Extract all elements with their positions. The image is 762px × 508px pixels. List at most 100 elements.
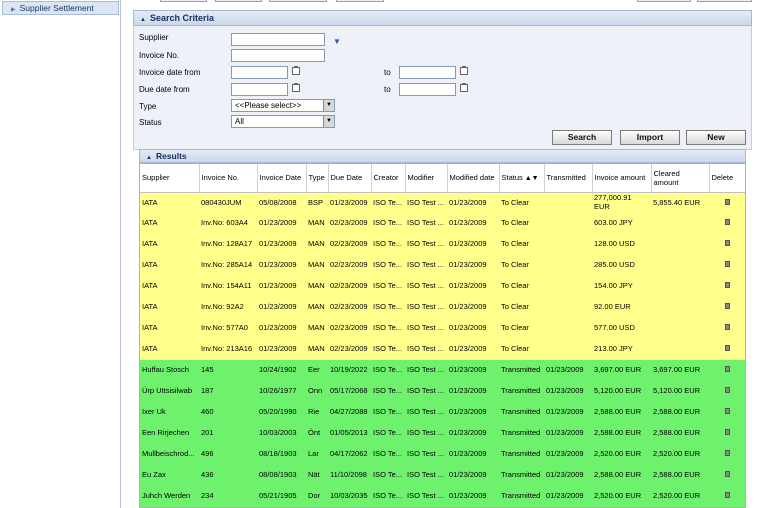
table-cell: Eu Zax bbox=[140, 465, 199, 486]
table-row[interactable]: IATA Inv.No: 128A17 01/23/2009 MAN 02/23/200… bbox=[140, 234, 745, 255]
column-header[interactable]: Delete bbox=[709, 164, 745, 193]
table-cell: MAN bbox=[306, 276, 328, 297]
calendar-icon[interactable] bbox=[460, 66, 468, 75]
table-row[interactable]: IATA Inv.No: 577A0 01/23/2009 MAN 02/23/2009… bbox=[140, 318, 745, 339]
delete-cell bbox=[709, 381, 745, 402]
trash-icon[interactable] bbox=[725, 219, 730, 226]
trash-icon[interactable] bbox=[725, 303, 730, 310]
table-row[interactable]: IATA Inv.No: 603A4 01/23/2009 MAN 02/23/2009… bbox=[140, 213, 745, 234]
results-header[interactable]: ▲ Results bbox=[139, 149, 746, 163]
import-button[interactable]: Import bbox=[620, 130, 680, 145]
sort-icon[interactable]: ▲▼ bbox=[523, 175, 539, 182]
trash-icon[interactable] bbox=[725, 198, 730, 205]
table-row[interactable]: Huffau Stosch 145 10/24/1902 Eer 10/19/2022 I… bbox=[140, 360, 745, 381]
table-cell: 01/23/2009 bbox=[447, 255, 499, 276]
table-cell: 213.00 JPY bbox=[592, 339, 651, 360]
table-cell: 01/23/2009 bbox=[544, 444, 592, 465]
trash-icon[interactable] bbox=[725, 450, 730, 457]
trash-icon[interactable] bbox=[725, 345, 730, 352]
column-header[interactable]: Invoice No. bbox=[199, 164, 258, 193]
column-header[interactable]: Type bbox=[306, 164, 329, 193]
trash-icon[interactable] bbox=[725, 471, 730, 478]
table-row[interactable]: IATA Inv.No: 92A2 01/23/2009 MAN 02/23/2009 I… bbox=[140, 297, 745, 318]
invoice-no-input[interactable] bbox=[231, 49, 325, 62]
trash-icon[interactable] bbox=[725, 429, 730, 436]
column-header[interactable]: Creator bbox=[371, 164, 406, 193]
column-header-label: Invoice No. bbox=[201, 173, 240, 183]
table-row[interactable]: Een Rirjechen 201 10/03/2003 Önt 01/05/2013 I… bbox=[140, 423, 745, 444]
table-row[interactable]: IATA Inv.No: 285A14 01/23/2009 MAN 02/23/200… bbox=[140, 255, 745, 276]
supplier-input[interactable] bbox=[231, 33, 325, 46]
top-button-2[interactable] bbox=[697, 0, 752, 2]
top-tab-2[interactable] bbox=[215, 0, 262, 2]
column-header-label: Invoice amount bbox=[594, 173, 646, 183]
table-cell: To Clear bbox=[499, 339, 544, 360]
top-tab-3[interactable] bbox=[269, 0, 327, 2]
search-button[interactable]: Search bbox=[552, 130, 612, 145]
column-header[interactable]: Invoice Date bbox=[257, 164, 307, 193]
table-cell bbox=[651, 339, 709, 360]
trash-icon[interactable] bbox=[725, 261, 730, 268]
type-select[interactable]: <<Please select>> ▼ bbox=[231, 99, 335, 112]
table-row[interactable]: IATA Inv.No: 213A16 01/23/2009 MAN 02/23/200… bbox=[140, 339, 745, 360]
select-arrow-icon: ▼ bbox=[323, 100, 334, 111]
table-row[interactable]: Ürp Uttsisilwab 187 10/26/1977 Onn 05/17/206… bbox=[140, 381, 745, 402]
top-tab-1[interactable] bbox=[160, 0, 207, 2]
table-cell: ISO Te... bbox=[371, 339, 405, 360]
trash-icon[interactable] bbox=[725, 240, 730, 247]
top-tab-4[interactable] bbox=[336, 0, 384, 2]
column-header[interactable]: Modified date bbox=[447, 164, 500, 193]
table-row[interactable]: IATA 080430JUM 05/08/2008 BSP 01/23/2009 ISO … bbox=[140, 192, 745, 213]
column-header[interactable]: Modifier bbox=[405, 164, 448, 193]
table-cell: Onn bbox=[306, 381, 328, 402]
delete-cell bbox=[709, 360, 745, 381]
invoice-no-label: Invoice No. bbox=[139, 51, 180, 60]
trash-icon[interactable] bbox=[725, 492, 730, 499]
table-cell: ISO Te... bbox=[371, 234, 405, 255]
sidebar-item-supplier-settlement[interactable]: ▶ Supplier Settlement bbox=[2, 1, 119, 15]
trash-icon[interactable] bbox=[725, 387, 730, 394]
table-row[interactable]: Mullbeischrod... 496 08/18/1903 Lar 04/17/20… bbox=[140, 444, 745, 465]
table-cell: 187 bbox=[199, 381, 257, 402]
table-cell: MAN bbox=[306, 255, 328, 276]
column-header[interactable]: Due Date bbox=[328, 164, 372, 193]
column-header[interactable]: Cleared amount bbox=[651, 164, 710, 193]
trash-icon[interactable] bbox=[725, 324, 730, 331]
table-cell: 01/23/2009 bbox=[447, 234, 499, 255]
table-row[interactable]: Ixer Uk 460 05/20/1990 Rie 04/27/2088 ISO Te.… bbox=[140, 402, 745, 423]
table-cell: Transmitted bbox=[499, 465, 544, 486]
calendar-icon[interactable] bbox=[292, 66, 300, 75]
trash-icon[interactable] bbox=[725, 282, 730, 289]
calendar-icon[interactable] bbox=[460, 83, 468, 92]
trash-icon[interactable] bbox=[725, 408, 730, 415]
due-date-from-input[interactable] bbox=[231, 83, 288, 96]
table-row[interactable]: Juhch Werden 234 05/21/1905 Dor 10/03/2035 IS… bbox=[140, 486, 745, 507]
collapse-arrow-icon: ▲ bbox=[146, 155, 152, 161]
due-date-to-input[interactable] bbox=[399, 83, 456, 96]
invoice-date-to-input[interactable] bbox=[399, 66, 456, 79]
column-header[interactable]: Invoice amount bbox=[592, 164, 652, 193]
status-select[interactable]: All ▼ bbox=[231, 115, 335, 128]
table-row[interactable]: Eu Zax 436 08/08/1903 Nät 11/10/2098 ISO Te..… bbox=[140, 465, 745, 486]
delete-cell bbox=[709, 318, 745, 339]
column-header[interactable]: Transmitted bbox=[544, 164, 593, 193]
trash-icon[interactable] bbox=[725, 366, 730, 373]
table-cell: ISO Te... bbox=[371, 192, 405, 213]
column-header[interactable]: Status ▲▼ bbox=[499, 164, 545, 193]
calendar-icon[interactable] bbox=[292, 83, 300, 92]
invoice-date-label: Invoice date from bbox=[139, 68, 201, 77]
table-cell: 02/23/2009 bbox=[328, 234, 371, 255]
column-header-label: Cleared amount bbox=[653, 168, 680, 187]
search-criteria-title: Search Criteria bbox=[149, 13, 214, 23]
top-button-1[interactable] bbox=[637, 0, 691, 2]
table-cell bbox=[544, 339, 592, 360]
search-criteria-header[interactable]: ▲ Search Criteria bbox=[133, 10, 752, 26]
column-header[interactable]: Supplier bbox=[140, 164, 200, 193]
new-button[interactable]: New bbox=[686, 130, 746, 145]
invoice-date-from-input[interactable] bbox=[231, 66, 288, 79]
supplier-dropdown-icon[interactable]: ▼ bbox=[333, 37, 341, 46]
table-cell: 2,520.00 EUR bbox=[592, 444, 651, 465]
table-row[interactable]: IATA Inv.No: 154A11 01/23/2009 MAN 02/23/200… bbox=[140, 276, 745, 297]
table-cell: IATA bbox=[140, 339, 199, 360]
delete-cell bbox=[709, 465, 745, 486]
